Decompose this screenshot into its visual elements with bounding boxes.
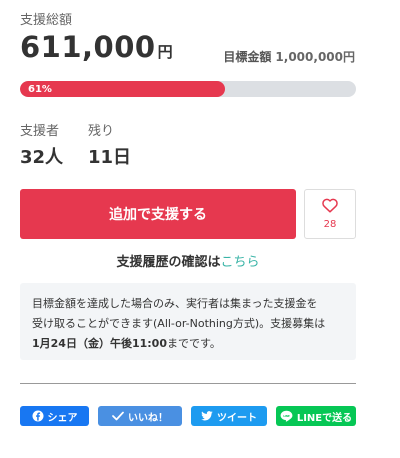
remaining-label: 残り [88, 124, 115, 139]
tweet-label: ツイート [217, 412, 257, 424]
goal-label: 目標金額 [223, 50, 272, 64]
line-share-label: LINEで送る [296, 412, 353, 424]
history-text: 支援履歴の確認は [116, 255, 221, 270]
supporters-label: 支援者 [20, 124, 60, 139]
facebook-icon [32, 410, 44, 422]
tweet-button[interactable]: ツイート [191, 406, 267, 426]
support-button[interactable]: 追加で支援する [20, 189, 296, 239]
notice-box: 目標金額を達成した場合のみ、実行者は集まった支援金を 受け取ることができます(A… [20, 283, 356, 360]
notice-line-1: 目標金額を達成した場合のみ、実行者は集まった支援金を [32, 297, 318, 310]
svg-text:LINE: LINE [283, 414, 290, 418]
facebook-share-label: シェア [47, 412, 78, 424]
progress-percent: 61% [28, 83, 52, 95]
remaining-value: 11日 [88, 147, 132, 168]
like-label: いいね！ [128, 412, 168, 424]
progress-fill: 61% [20, 81, 225, 97]
line-share-button[interactable]: LINE LINEで送る [276, 406, 356, 426]
amount-unit: 円 [157, 43, 173, 61]
supporters-value: 32人 [20, 147, 64, 168]
favorite-button[interactable]: 28 [304, 189, 356, 239]
facebook-share-button[interactable]: シェア [20, 406, 89, 426]
goal-amount: 目標金額 1,000,000円 [223, 48, 355, 65]
line-icon: LINE [280, 410, 293, 422]
notice-suffix: までです。 [166, 337, 221, 350]
remaining-stat: 残り 11日 [88, 120, 131, 169]
notice-line-2: 受け取ることができます(All-or-Nothing方式)。支援募集は [32, 317, 326, 330]
support-history: 支援履歴の確認はこちら [0, 251, 376, 270]
checkmark-icon [112, 411, 124, 421]
total-amount: 611,000 円 [20, 30, 173, 64]
progress-bar: 61% [20, 81, 356, 97]
twitter-bird-icon [201, 411, 213, 421]
history-link[interactable]: こちら [221, 255, 260, 270]
total-label: 支援総額 [20, 13, 73, 28]
amount-value: 611,000 [20, 30, 156, 64]
favorite-count: 28 [323, 219, 337, 230]
supporters-stat: 支援者 32人 [20, 120, 63, 169]
goal-value: 1,000,000円 [275, 50, 355, 64]
divider [20, 383, 356, 384]
notice-line-3: 1月24日（金）午後11:00までです。 [32, 334, 344, 354]
heart-outline-icon [322, 198, 338, 217]
notice-deadline: 1月24日（金）午後11:00 [32, 337, 167, 350]
like-button[interactable]: いいね！ [98, 406, 182, 426]
